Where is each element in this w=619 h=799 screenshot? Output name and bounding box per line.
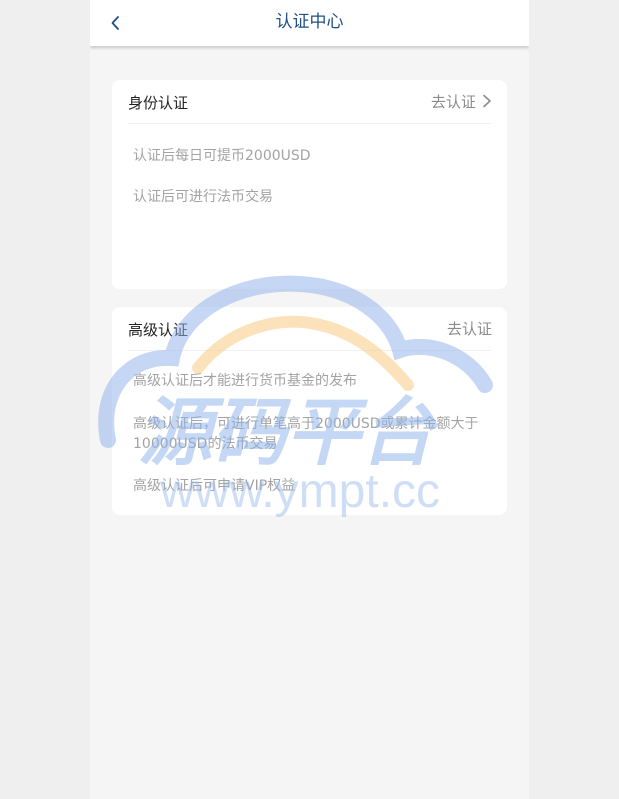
benefit-item: 高级认证后，可进行单笔高于2000USD或累计金额大于10000USD的法币交易 [133,416,479,452]
identity-verify-button[interactable]: 去认证 [431,90,494,112]
benefit-item: 高级认证后才能进行货币基金的发布 [133,373,357,389]
advanced-verification-card: 高级认证 去认证 高级认证后才能进行货币基金的发布 高级认证后，可进行单笔高于2… [112,307,507,515]
benefit-item: 高级认证后可申请VIP权益 [133,478,296,494]
card-title: 身份认证 [128,94,189,112]
page-title: 认证中心 [275,12,344,32]
page: 认证中心 身份认证 去认证 认证后每日可提币2000USD 认证后可进行法币交易… [90,0,529,799]
chevron-right-icon [480,93,494,109]
card-title: 高级认证 [128,321,189,339]
card-header: 高级认证 去认证 [128,307,492,351]
identity-verification-card: 身份认证 去认证 认证后每日可提币2000USD 认证后可进行法币交易 [112,80,507,289]
verify-label: 去认证 [430,92,476,111]
advanced-verify-button[interactable]: 去认证 [447,317,492,339]
benefit-item: 认证后可进行法币交易 [133,189,273,205]
header-bar: 认证中心 [90,0,529,46]
verify-label: 去认证 [446,319,492,338]
card-header: 身份认证 去认证 [128,80,491,124]
benefit-item: 认证后每日可提币2000USD [133,148,311,164]
